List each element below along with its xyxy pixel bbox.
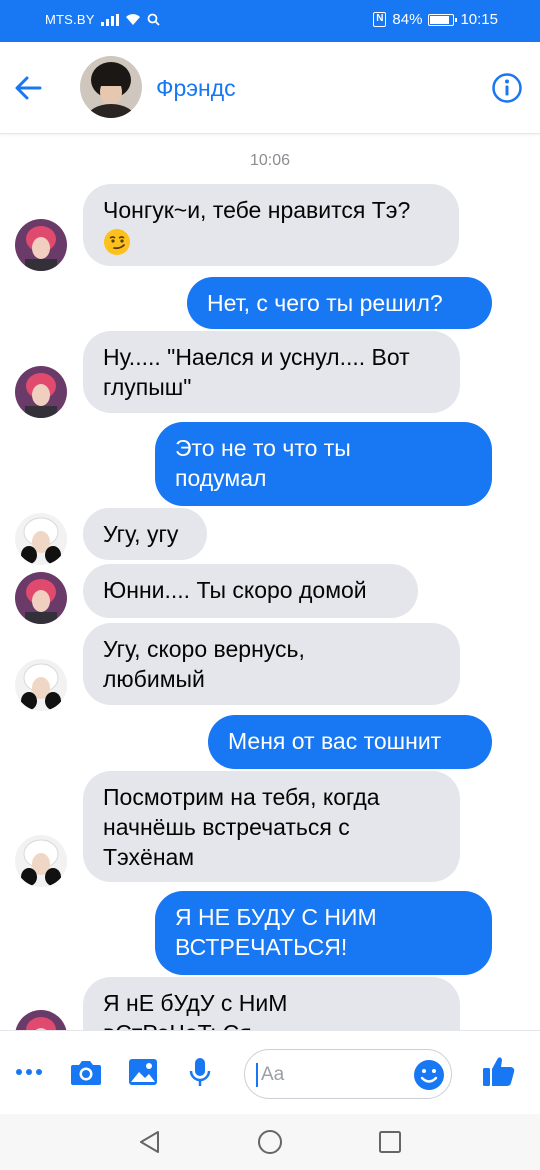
message-incoming[interactable]: Угу, угу (83, 508, 207, 560)
message-text: Посмотрим на тебя, когда (103, 784, 380, 810)
avatar[interactable] (15, 1010, 67, 1030)
message-text: Я НЕ БУДУ С НИМ (175, 904, 377, 930)
system-nav-bar (0, 1114, 540, 1170)
message-incoming[interactable]: Юнни.... Ты скоро домой (83, 564, 418, 618)
message-input[interactable] (261, 1062, 411, 1088)
conversation-title[interactable]: Фрэндс (156, 75, 236, 102)
message-text: начнёшь встречаться с (103, 814, 350, 840)
message-outgoing[interactable]: Меня от вас тошнит (208, 715, 492, 769)
search-icon (147, 13, 160, 26)
message-text: Юнни.... Ты скоро домой (103, 577, 367, 603)
message-text: Я нЕ бУдУ с НиМ (103, 990, 288, 1016)
smirk-emoji (104, 228, 130, 255)
signal-icon (100, 13, 119, 26)
conversation-header: Фрэндс (0, 42, 540, 134)
message-text: глупыш" (103, 374, 192, 400)
avatar[interactable] (15, 835, 67, 887)
message-text: подумал (175, 465, 267, 491)
timestamp: 10:06 (249, 152, 291, 169)
message-text: ВСТРЕЧАТЬСЯ! (175, 934, 348, 960)
thumbs-up-icon[interactable] (481, 1053, 517, 1089)
message-text: Меня от вас тошнит (228, 728, 442, 754)
message-input-field[interactable] (244, 1049, 452, 1099)
message-text: вСтРеЧаТьСя (103, 1018, 440, 1030)
back-triangle-icon[interactable] (136, 1128, 164, 1156)
message-incoming[interactable]: Ну..... "Наелся и уснул.... Вот глупыш" (83, 331, 460, 413)
message-outgoing[interactable]: Я НЕ БУДУ С НИМ ВСТРЕЧАТЬСЯ! (155, 891, 492, 975)
avatar[interactable] (15, 572, 67, 624)
battery-percent: 84% (392, 11, 423, 28)
gallery-icon[interactable] (126, 1055, 160, 1089)
message-text: Угу, скоро вернусь, (103, 636, 305, 662)
status-right: N 84% 10:15 (373, 11, 498, 28)
message-outgoing[interactable]: Нет, с чего ты решил? (187, 277, 492, 329)
emoji-icon[interactable] (412, 1058, 446, 1092)
clock: 10:15 (460, 11, 498, 28)
microphone-icon[interactable] (183, 1055, 217, 1089)
message-text: Тэхёнам (103, 844, 195, 870)
back-arrow-icon[interactable] (10, 70, 46, 106)
avatar[interactable] (15, 219, 67, 271)
message-text: Нет, с чего ты решил? (207, 290, 443, 316)
battery-icon (428, 13, 458, 26)
text-caret (256, 1063, 258, 1087)
camera-icon[interactable] (69, 1055, 103, 1089)
message-list[interactable]: 10:06 Чонгук~и, тебе нравится Тэ? Нет, с… (0, 134, 540, 1030)
message-text: Это не то что ты (175, 435, 351, 461)
avatar[interactable] (15, 513, 67, 565)
message-incoming[interactable]: Я нЕ бУдУ с НиМ вСтРеЧаТьСя (83, 977, 460, 1030)
message-incoming[interactable]: Посмотрим на тебя, когда начнёшь встреча… (83, 771, 460, 882)
message-text: Чонгук~и, тебе нравится Тэ? (103, 197, 411, 223)
message-text: любимый (103, 666, 205, 692)
message-incoming[interactable]: Угу, скоро вернусь, любимый (83, 623, 460, 705)
home-circle-icon[interactable] (256, 1128, 284, 1156)
message-incoming[interactable]: Чонгук~и, тебе нравится Тэ? (83, 184, 459, 266)
info-icon[interactable] (491, 72, 523, 104)
status-bar: MTS.BY N 84% 10:15 (0, 0, 540, 42)
message-composer (0, 1030, 540, 1114)
more-icon[interactable] (12, 1055, 46, 1089)
status-left: MTS.BY (45, 12, 160, 27)
avatar[interactable] (15, 366, 67, 418)
avatar[interactable] (15, 659, 67, 711)
message-text: Угу, угу (103, 521, 179, 547)
recents-square-icon[interactable] (376, 1128, 404, 1156)
message-outgoing[interactable]: Это не то что ты подумал (155, 422, 492, 506)
carrier-label: MTS.BY (45, 12, 95, 27)
nfc-icon: N (373, 12, 387, 27)
message-text: Ну..... "Наелся и уснул.... Вот (103, 344, 410, 370)
wifi-icon (125, 14, 140, 25)
conversation-avatar[interactable] (80, 56, 142, 118)
